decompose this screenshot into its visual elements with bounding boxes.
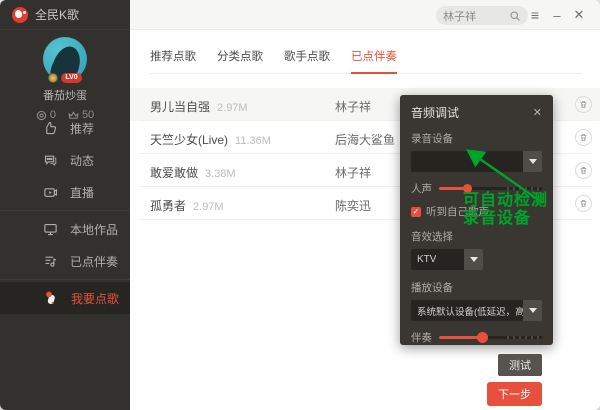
- test-button[interactable]: 测试: [498, 354, 542, 376]
- tab-queued-accompaniment[interactable]: 已点伴奏: [351, 48, 397, 73]
- panel-close-icon[interactable]: ✕: [533, 106, 542, 119]
- slider-handle[interactable]: [477, 332, 488, 343]
- sidebar: 全民K歌 LV0 番茄炒蛋 0 50: [0, 0, 130, 410]
- song-size: 3.38M: [205, 168, 236, 180]
- playback-device-label: 播放设备: [411, 280, 542, 295]
- menu-icon[interactable]: ≡: [526, 0, 544, 30]
- effect-label: 音效选择: [411, 229, 542, 244]
- sidebar-item-label: 推荐: [70, 120, 94, 137]
- level-badge: LV0: [61, 73, 81, 83]
- vocal-label: 人声: [411, 181, 432, 196]
- sidebar-item-label: 已点伴奏: [70, 253, 118, 270]
- song-artist: 后海大鲨鱼: [335, 131, 395, 148]
- song-size: 2.97M: [193, 201, 224, 213]
- user-badges: LV0: [0, 73, 130, 83]
- song-title: 男儿当自强: [150, 100, 210, 114]
- chevron-down-icon: [470, 257, 478, 262]
- checkbox-checked[interactable]: ✓: [411, 207, 421, 217]
- next-step-button[interactable]: 下一步: [487, 382, 542, 406]
- live-video-icon: [43, 185, 58, 200]
- chat-bubbles-icon: [43, 153, 58, 168]
- song-title: 敢爱敢做: [150, 166, 198, 180]
- accompaniment-label: 伴奏: [411, 330, 432, 345]
- titlebar: 林子祥 ≡ – ✕: [130, 0, 600, 30]
- annotation-line1: 可自动检测: [463, 192, 548, 210]
- tab-bar: 推荐点歌 分类点歌 歌手点歌 已点伴奏: [150, 48, 582, 74]
- search-icon[interactable]: [509, 10, 521, 22]
- sidebar-item-queued-accompaniment[interactable]: 已点伴奏: [0, 245, 130, 277]
- tab-category-songs[interactable]: 分类点歌: [217, 48, 263, 73]
- user-profile[interactable]: LV0 番茄炒蛋 0 50: [0, 30, 130, 121]
- delete-song-button[interactable]: [575, 96, 592, 113]
- app-window: 全民K歌 LV0 番茄炒蛋 0 50: [0, 0, 600, 410]
- song-size: 11.36M: [235, 135, 271, 147]
- record-device-select[interactable]: [411, 151, 542, 172]
- sidebar-item-label: 我要点歌: [71, 290, 119, 307]
- playback-device-value: 系统默认设备(低延迟，高音质): [417, 304, 535, 318]
- effect-select[interactable]: KTV: [411, 249, 483, 270]
- annotation-text: 可自动检测 录音设备: [463, 192, 548, 228]
- app-title: 全民K歌: [35, 6, 79, 23]
- sidebar-item-label: 本地作品: [70, 221, 118, 238]
- thumbs-up-icon: [43, 121, 58, 136]
- sidebar-item-local-works[interactable]: 本地作品: [0, 213, 130, 245]
- song-artist: 林子祥: [335, 164, 371, 181]
- sidebar-item-live[interactable]: 直播: [0, 176, 130, 208]
- trash-icon: [579, 166, 588, 175]
- sidebar-item-feed[interactable]: 动态: [0, 144, 130, 176]
- trash-icon: [579, 199, 588, 208]
- monitor-icon: [43, 222, 58, 237]
- sidebar-divider: [0, 279, 130, 280]
- trash-icon: [579, 133, 588, 142]
- record-device-label: 录音设备: [411, 131, 542, 146]
- annotation-line2: 录音设备: [463, 210, 548, 228]
- tab-recommend-songs[interactable]: 推荐点歌: [150, 48, 196, 73]
- sidebar-item-label: 动态: [70, 152, 94, 169]
- accompaniment-volume-slider[interactable]: [439, 333, 542, 342]
- delete-song-button[interactable]: [575, 195, 592, 212]
- sidebar-item-song-request[interactable]: 我要点歌: [0, 282, 130, 314]
- microphone-icon: [43, 290, 59, 306]
- sidebar-divider: [0, 210, 130, 211]
- chevron-down-icon: [529, 308, 537, 313]
- medal-icon: [48, 73, 58, 83]
- app-logo-icon: [12, 7, 28, 23]
- song-title: 孤勇者: [150, 199, 186, 213]
- logo-row: 全民K歌: [0, 0, 130, 30]
- sidebar-item-label: 直播: [70, 184, 94, 201]
- minimize-button[interactable]: –: [548, 0, 566, 30]
- effect-value: KTV: [417, 254, 436, 265]
- search-value: 林子祥: [443, 8, 509, 24]
- song-title: 天竺少女(Live): [150, 133, 228, 147]
- song-artist: 陈奕迅: [335, 197, 371, 214]
- search-input[interactable]: 林子祥: [436, 6, 528, 25]
- song-size: 2.97M: [217, 102, 248, 114]
- username: 番茄炒蛋: [0, 87, 130, 103]
- close-button[interactable]: ✕: [570, 0, 588, 30]
- sidebar-nav: 推荐 动态 直播 本地作品 已点伴奏 我要点歌: [0, 112, 130, 314]
- panel-title: 音频调试: [411, 104, 459, 121]
- trash-icon: [579, 100, 588, 109]
- playlist-music-icon: [43, 254, 58, 269]
- delete-song-button[interactable]: [575, 162, 592, 179]
- playback-device-select[interactable]: 系统默认设备(低延迟，高音质): [411, 300, 542, 321]
- song-artist: 林子祥: [335, 98, 371, 115]
- sidebar-item-recommend[interactable]: 推荐: [0, 112, 130, 144]
- tab-singer-songs[interactable]: 歌手点歌: [284, 48, 330, 73]
- delete-song-button[interactable]: [575, 129, 592, 146]
- chevron-down-icon: [529, 159, 537, 164]
